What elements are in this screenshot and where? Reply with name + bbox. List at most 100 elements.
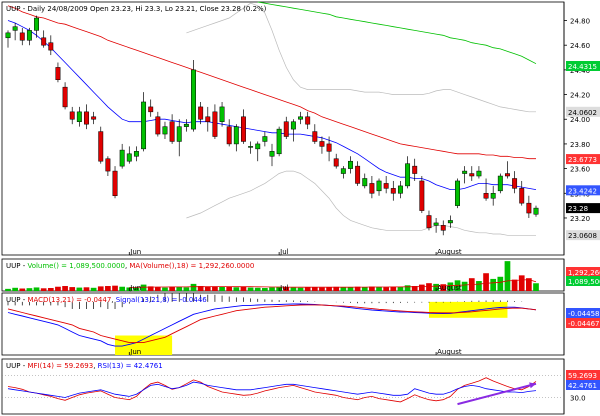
candle-body bbox=[84, 111, 89, 125]
y-tick-label: 23.20 bbox=[570, 215, 590, 223]
candle-body bbox=[433, 222, 439, 226]
volume-bar bbox=[390, 286, 397, 291]
y-tick-label: 24.00 bbox=[570, 116, 590, 124]
price-tag-label: -0.04467 bbox=[568, 320, 599, 328]
candle-body bbox=[162, 126, 168, 135]
volume-bar bbox=[533, 283, 539, 291]
volume-bar bbox=[376, 286, 382, 291]
candle-body bbox=[333, 158, 339, 167]
candle-body bbox=[55, 67, 61, 81]
price-tag-label: 23.28 bbox=[568, 205, 588, 213]
y-tick-label: 23.60 bbox=[570, 166, 590, 174]
candle-body bbox=[512, 178, 518, 189]
candle-body bbox=[419, 180, 425, 211]
volume-bar bbox=[26, 288, 33, 291]
candle-body bbox=[283, 121, 289, 137]
macd-signal-value: Signal(13,21,8) = -0.0446 bbox=[116, 296, 208, 304]
x-tick-label: Jul bbox=[279, 248, 289, 256]
volume-bar bbox=[112, 285, 118, 291]
x-tick-label: August bbox=[437, 248, 462, 256]
y-tick-label: 24.20 bbox=[570, 92, 590, 100]
panel-frames bbox=[1, 1, 565, 415]
volume-bar bbox=[233, 287, 240, 291]
volume-bar bbox=[319, 287, 325, 291]
y-tick-label: 30.0 bbox=[570, 395, 586, 403]
candle-body bbox=[226, 126, 232, 145]
volume-bar bbox=[226, 286, 233, 291]
volume-bar bbox=[304, 287, 311, 291]
candle-body bbox=[183, 123, 189, 127]
volume-bar bbox=[219, 286, 225, 291]
y-tick-label: 24.80 bbox=[570, 18, 590, 26]
candle-body bbox=[34, 17, 40, 31]
volume-bar bbox=[55, 286, 61, 291]
x-tick-label: August bbox=[437, 348, 462, 356]
trend-arrow-shaft bbox=[457, 382, 537, 406]
candle-body bbox=[112, 170, 118, 197]
candle-body bbox=[369, 183, 375, 194]
candle-body bbox=[348, 160, 353, 169]
candle-body bbox=[326, 143, 332, 152]
volume-bar bbox=[19, 288, 26, 291]
candle-body bbox=[455, 180, 460, 206]
macd-header: UUP - MACD(13,21) = -0.0447, Signal(13,2… bbox=[6, 296, 207, 304]
volume-bar bbox=[90, 287, 97, 291]
volume-bar bbox=[240, 286, 247, 291]
volume-bar bbox=[33, 287, 40, 291]
candle-body bbox=[191, 69, 196, 130]
volume-bar bbox=[504, 261, 511, 291]
candle-body bbox=[383, 183, 389, 189]
volume-bar bbox=[340, 287, 347, 291]
x-tick-label: Jun bbox=[129, 248, 141, 256]
candle-body bbox=[233, 126, 239, 145]
highlight-box bbox=[115, 335, 173, 355]
price-tag-label: 1,089,500 bbox=[568, 278, 600, 286]
volume-bar bbox=[204, 286, 211, 291]
price-tag-label: -0.04458 bbox=[568, 310, 599, 318]
candle-body bbox=[405, 163, 411, 187]
candle-body bbox=[155, 116, 161, 135]
candle-body bbox=[5, 32, 11, 39]
candle-body bbox=[412, 165, 418, 174]
candle-body bbox=[276, 128, 282, 155]
volume-bar bbox=[40, 288, 47, 291]
candle-body bbox=[19, 32, 25, 41]
candle-body bbox=[504, 173, 510, 177]
volume-bar bbox=[176, 286, 183, 291]
volume-bar bbox=[190, 283, 197, 291]
volume-bar bbox=[383, 287, 390, 291]
volume-bar bbox=[518, 275, 525, 291]
candle-body bbox=[76, 111, 82, 122]
candle-body bbox=[262, 136, 268, 142]
volume-bar bbox=[140, 284, 147, 291]
volume-ma-line bbox=[129, 279, 537, 288]
volume-bar bbox=[404, 285, 411, 291]
oscillator-series-line-0 bbox=[7, 377, 537, 403]
candle-body bbox=[476, 170, 482, 177]
volume-bar bbox=[162, 287, 168, 291]
volume-bar bbox=[311, 287, 318, 291]
candle-body bbox=[126, 153, 132, 162]
candle-body bbox=[26, 30, 32, 41]
candle-body bbox=[98, 131, 104, 162]
moving-average-red-line bbox=[7, 5, 536, 160]
volume-bar bbox=[418, 284, 425, 291]
volume-bar bbox=[254, 287, 261, 291]
bollinger-upper-line bbox=[186, 2, 536, 113]
volume-ma-value: MA(Volume(),18) = 1,292,260.0000 bbox=[129, 262, 254, 270]
candle-body bbox=[148, 106, 154, 113]
volume-bar bbox=[154, 287, 161, 291]
candle-body bbox=[41, 37, 47, 46]
header-separator: - bbox=[20, 262, 27, 270]
volume-bar bbox=[511, 279, 518, 291]
volume-bar bbox=[119, 286, 126, 291]
volume-bar bbox=[326, 287, 332, 291]
volume-bar bbox=[347, 287, 354, 291]
volume-bar bbox=[483, 273, 489, 291]
volume-bar bbox=[297, 287, 304, 291]
oscillator-symbol: UUP bbox=[6, 362, 20, 370]
stock-chart-screenshot: 24.8024.6024.4024.2024.0023.8023.6023.40… bbox=[0, 0, 600, 416]
candle-body bbox=[240, 116, 246, 142]
volume-bar bbox=[5, 288, 11, 291]
candle-body bbox=[48, 42, 54, 51]
